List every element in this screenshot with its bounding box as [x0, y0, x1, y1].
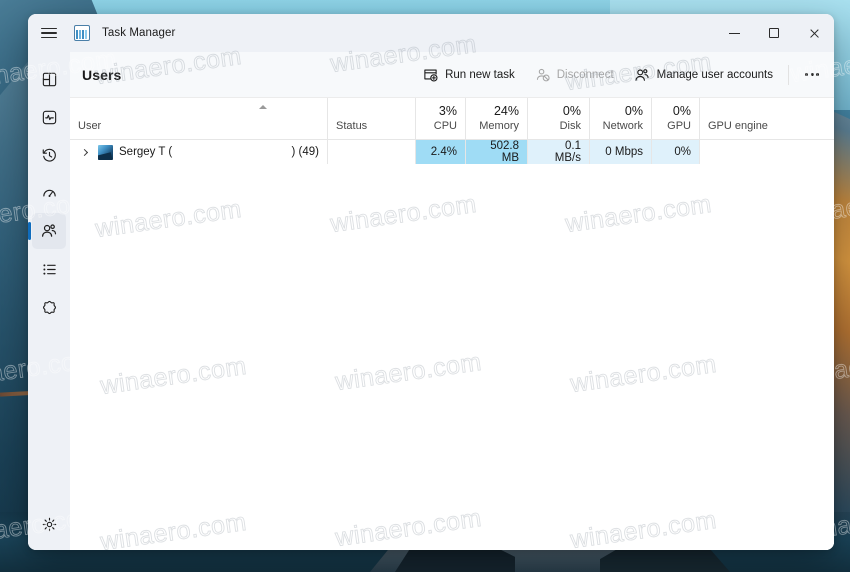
- table-row[interactable]: Sergey T ( ) (49) 2.4% 502.8 MB 0.1 MB/s…: [70, 140, 834, 164]
- column-header-gpu-label: GPU: [667, 120, 691, 132]
- sidebar-item-processes[interactable]: [32, 61, 66, 97]
- window-controls: [714, 14, 834, 52]
- column-header-memory-label: Memory: [479, 120, 519, 132]
- toolbar-separator: [788, 64, 789, 85]
- users-table: User Status 3% CPU 24% Memory 0% Disk 0%…: [70, 98, 834, 550]
- column-header-memory-summary: 24%: [493, 104, 519, 118]
- gear-icon: [41, 516, 58, 533]
- sidebar-item-settings[interactable]: [32, 506, 66, 542]
- manage-users-icon: [634, 67, 650, 83]
- cell-memory: 502.8 MB: [466, 140, 528, 164]
- column-header-disk-label: Disk: [559, 120, 581, 132]
- user-name-suffix: ) (49): [291, 146, 319, 158]
- run-new-task-button[interactable]: Run new task: [414, 60, 524, 90]
- user-name-prefix: Sergey T (: [119, 146, 173, 158]
- run-new-task-label: Run new task: [445, 68, 515, 81]
- users-icon: [40, 222, 58, 240]
- cell-gpu-engine: [700, 140, 834, 164]
- column-header-network-label: Network: [602, 120, 643, 132]
- column-header-gpu-summary: 0%: [672, 104, 691, 118]
- processes-icon: [41, 71, 58, 88]
- column-header-status[interactable]: Status: [328, 98, 416, 139]
- sidebar-item-performance[interactable]: [32, 99, 66, 135]
- cell-user[interactable]: Sergey T ( ) (49): [70, 140, 328, 164]
- page-title: Users: [82, 66, 122, 83]
- cell-memory-value: 502.8 MB: [490, 140, 519, 164]
- hamburger-menu-icon[interactable]: [28, 14, 70, 52]
- column-header-network-summary: 0%: [624, 104, 643, 118]
- sidebar-item-startup-apps[interactable]: [32, 175, 66, 211]
- app-history-icon: [41, 147, 58, 164]
- sidebar-item-services[interactable]: [32, 289, 66, 325]
- close-button[interactable]: [794, 14, 834, 52]
- window-title: Task Manager: [102, 27, 176, 39]
- table-empty-area: [70, 164, 834, 550]
- sidebar-item-users[interactable]: [28, 213, 66, 249]
- column-header-gpu-engine-label: GPU engine: [708, 120, 768, 132]
- disconnect-label: Disconnect: [556, 68, 614, 81]
- sidebar-item-details[interactable]: [32, 251, 66, 287]
- content-area: Users Run new task Disconnect Manage use…: [70, 52, 834, 550]
- column-header-user[interactable]: User: [70, 98, 328, 139]
- manage-user-accounts-label: Manage user accounts: [656, 68, 773, 81]
- table-header-row: User Status 3% CPU 24% Memory 0% Disk 0%…: [70, 98, 834, 140]
- window-body: Users Run new task Disconnect Manage use…: [28, 52, 834, 550]
- task-manager-app-icon: [74, 25, 90, 41]
- sort-ascending-icon: [259, 105, 267, 109]
- column-header-user-label: User: [78, 120, 102, 132]
- cell-status: [328, 140, 416, 164]
- column-header-network[interactable]: 0% Network: [590, 98, 652, 139]
- cell-cpu-value: 2.4%: [430, 146, 457, 158]
- add-window-icon: [423, 67, 438, 82]
- column-header-memory[interactable]: 24% Memory: [466, 98, 528, 139]
- column-header-disk-summary: 0%: [562, 104, 581, 118]
- title-bar: Task Manager: [28, 14, 834, 52]
- column-header-disk[interactable]: 0% Disk: [528, 98, 590, 139]
- column-header-gpu-engine[interactable]: GPU engine: [700, 98, 834, 139]
- row-expander-chevron-icon[interactable]: [78, 145, 92, 159]
- cell-network-value: 0 Mbps: [605, 146, 643, 158]
- column-header-status-label: Status: [336, 120, 368, 132]
- cell-network: 0 Mbps: [590, 140, 652, 164]
- minimize-button[interactable]: [714, 14, 754, 52]
- navigation-sidebar: [28, 52, 70, 550]
- disconnect-button[interactable]: Disconnect: [526, 60, 623, 90]
- cell-gpu-value: 0%: [674, 146, 691, 158]
- more-options-icon[interactable]: [796, 60, 828, 90]
- task-manager-window: Task Manager Users Run new task Disconne…: [28, 14, 834, 550]
- column-header-cpu[interactable]: 3% CPU: [416, 98, 466, 139]
- performance-icon: [41, 109, 58, 126]
- table-body: Sergey T ( ) (49) 2.4% 502.8 MB 0.1 MB/s…: [70, 140, 834, 164]
- command-bar: Users Run new task Disconnect Manage use…: [70, 52, 834, 98]
- disconnect-user-icon: [535, 67, 550, 82]
- cell-disk-value: 0.1 MB/s: [554, 140, 581, 164]
- details-icon: [41, 261, 58, 278]
- column-header-gpu[interactable]: 0% GPU: [652, 98, 700, 139]
- column-header-cpu-summary: 3%: [438, 104, 457, 118]
- cell-gpu: 0%: [652, 140, 700, 164]
- sidebar-item-app-history[interactable]: [32, 137, 66, 173]
- manage-user-accounts-button[interactable]: Manage user accounts: [625, 60, 782, 90]
- services-icon: [41, 299, 58, 316]
- cell-cpu: 2.4%: [416, 140, 466, 164]
- maximize-button[interactable]: [754, 14, 794, 52]
- avatar: [98, 144, 113, 160]
- startup-apps-icon: [41, 185, 58, 202]
- column-header-cpu-label: CPU: [433, 120, 457, 132]
- cell-disk: 0.1 MB/s: [528, 140, 590, 164]
